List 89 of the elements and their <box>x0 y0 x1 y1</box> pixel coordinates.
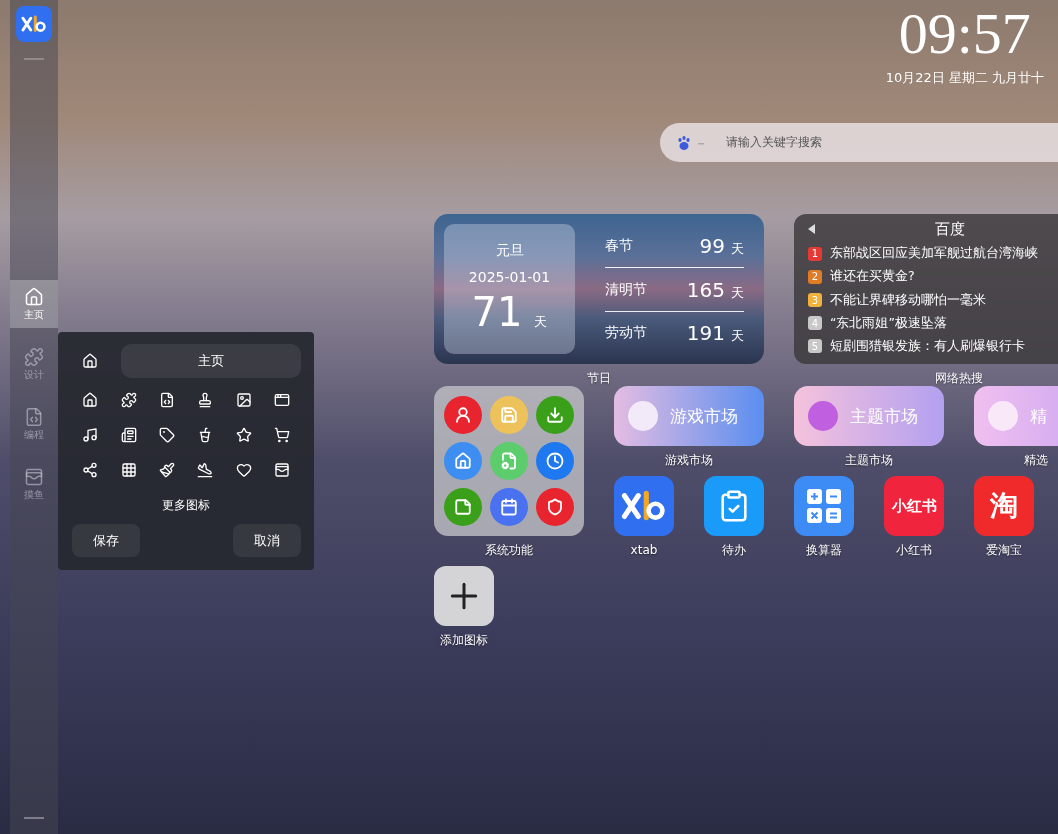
holiday-name: 元旦 <box>495 241 524 259</box>
hot-search-link[interactable]: 谁还在买黄金? <box>830 268 915 286</box>
code-file-icon[interactable] <box>158 391 175 408</box>
save-icon <box>500 406 518 424</box>
tag-icon[interactable] <box>158 426 175 443</box>
hot-search-link[interactable]: 不能让界碑移动哪怕一毫米 <box>830 291 986 309</box>
image-icon[interactable] <box>235 391 252 408</box>
days-unit: 天 <box>731 326 744 345</box>
holiday-widget[interactable]: 元旦 2025-01-01 71 天 春节 99 天 清明节 165 天 劳动节 191 天 <box>434 214 764 364</box>
app-tile[interactable]: 淘 <box>974 476 1034 536</box>
days-unit: 天 <box>534 313 548 331</box>
stamp-icon[interactable] <box>197 391 214 408</box>
app-label: 游戏市场 <box>665 452 713 468</box>
app-label: 小红书 <box>896 542 932 558</box>
calculator-icon <box>806 488 842 524</box>
shield-icon <box>546 498 564 516</box>
app-label: 换算器 <box>806 542 842 558</box>
clock-time: 09:57 <box>898 4 1031 64</box>
holiday-name: 劳动节 <box>605 323 647 342</box>
home-icon <box>24 287 44 307</box>
window-icon[interactable] <box>274 391 291 408</box>
app-tile[interactable] <box>794 476 854 536</box>
more-icons-link[interactable]: 更多图标 <box>162 497 210 514</box>
home-icon <box>454 452 472 470</box>
banner-art-icon <box>988 401 1018 431</box>
file-settings-icon <box>500 452 518 470</box>
download-icon <box>546 406 564 424</box>
widget-label: 节日 <box>587 370 611 386</box>
rank-number: 1 <box>808 246 822 261</box>
app-folder[interactable] <box>434 386 584 536</box>
save-button[interactable]: 保存 <box>72 524 140 557</box>
back-icon[interactable] <box>808 224 815 234</box>
code-file-icon <box>24 407 44 427</box>
days-count: 165 <box>686 277 725 302</box>
banner-art-icon <box>808 401 838 431</box>
puzzle-icon[interactable] <box>120 391 137 408</box>
add-tile[interactable] <box>434 566 494 626</box>
app-logo[interactable] <box>16 6 52 42</box>
app-label: 精选 <box>1024 452 1048 468</box>
heart-icon[interactable] <box>235 461 252 478</box>
person-icon <box>454 406 472 424</box>
hot-search-link[interactable]: 短剧围猎银发族：有人刷爆银行卡 <box>830 337 1025 355</box>
cards-icon <box>24 467 44 487</box>
app-label: xtab <box>630 542 658 558</box>
share-icon[interactable] <box>82 461 99 478</box>
widget-label: 网络热搜 <box>935 370 983 386</box>
name-field[interactable]: 主页 <box>121 344 301 378</box>
search-field[interactable]: 请输入关键字搜索 <box>660 123 1058 162</box>
app-label: 待办 <box>722 542 746 558</box>
grid-icon[interactable] <box>120 461 137 478</box>
logo-icon <box>621 489 667 523</box>
days-unit: 天 <box>731 239 744 258</box>
calendar-icon <box>500 498 518 516</box>
puzzle-icon <box>24 347 44 367</box>
list-icon[interactable] <box>120 426 137 443</box>
rank-number: 3 <box>808 293 822 307</box>
banner-art-icon <box>628 401 658 431</box>
holiday-name: 春节 <box>605 236 633 255</box>
days-count: 191 <box>686 320 725 345</box>
clock-date: 10月22日 星期二 九月廿十 <box>885 70 1044 86</box>
clock-icon <box>546 452 564 470</box>
cart-icon[interactable] <box>274 426 291 443</box>
app-tile[interactable]: 小红书 <box>884 476 944 536</box>
holiday-date: 2025-01-01 <box>468 268 551 286</box>
cancel-button[interactable]: 取消 <box>233 524 301 557</box>
paw-icon[interactable] <box>676 134 692 151</box>
days-unit: 天 <box>731 283 744 302</box>
days-count: 99 <box>699 233 725 258</box>
hot-search-link[interactable]: 东部战区回应美加军舰过航台湾海峡 <box>830 245 1038 263</box>
home-icon[interactable] <box>82 353 98 369</box>
plane-icon[interactable] <box>197 461 214 478</box>
app-tile[interactable] <box>614 476 674 536</box>
app-label: 爱淘宝 <box>986 542 1022 558</box>
note-icon <box>454 498 472 516</box>
music-icon[interactable] <box>82 426 99 443</box>
home-icon[interactable] <box>82 391 99 408</box>
app-label: 主题市场 <box>845 452 893 468</box>
app-label: 系统功能 <box>485 542 533 558</box>
hot-search-link[interactable]: “东北雨姐”极速坠落 <box>830 314 947 332</box>
app-label: 添加图标 <box>440 632 488 648</box>
days-count: 71 <box>471 288 523 336</box>
logo-icon <box>21 14 47 34</box>
app-tile[interactable] <box>704 476 764 536</box>
rank-number: 2 <box>808 269 822 284</box>
cards-icon[interactable] <box>274 461 291 478</box>
brush-icon[interactable] <box>158 461 175 478</box>
widget-title: 百度 <box>935 219 965 239</box>
holiday-name: 清明节 <box>605 280 647 299</box>
star-icon[interactable] <box>235 426 252 443</box>
